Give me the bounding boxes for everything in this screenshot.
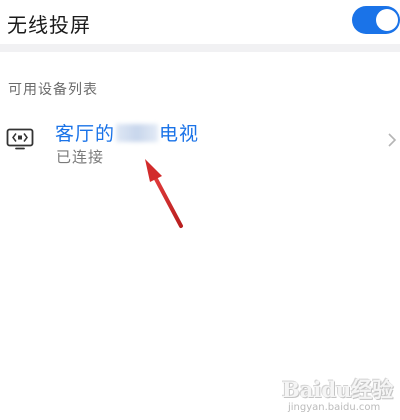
annotation-arrow: [145, 159, 183, 228]
tv-cast-icon: [6, 128, 34, 150]
redacted-text: [116, 124, 159, 142]
available-devices-header: 可用设备列表: [8, 82, 98, 98]
wireless-projection-toggle[interactable]: [352, 6, 400, 34]
toggle-knob: [376, 9, 398, 31]
device-name: 客厅的 电视: [55, 119, 199, 146]
device-name-prefix: 客厅的: [55, 123, 116, 145]
watermark-text: Baidu经验: [282, 377, 394, 402]
watermark-subtext: jingyan.baidu.com: [288, 402, 381, 413]
page-title: 无线投屏: [7, 13, 91, 37]
device-status: 已连接: [56, 148, 105, 166]
device-list-item[interactable]: 客厅的 电视 已连接: [0, 108, 400, 172]
device-name-suffix: 电视: [159, 123, 200, 145]
baidu-jingyan-watermark: Baidu经验 jingyan.baidu.com: [282, 370, 400, 420]
wireless-projection-row: 无线投屏: [0, 0, 400, 44]
section-divider: [0, 44, 400, 52]
chevron-right-icon: [388, 133, 397, 147]
